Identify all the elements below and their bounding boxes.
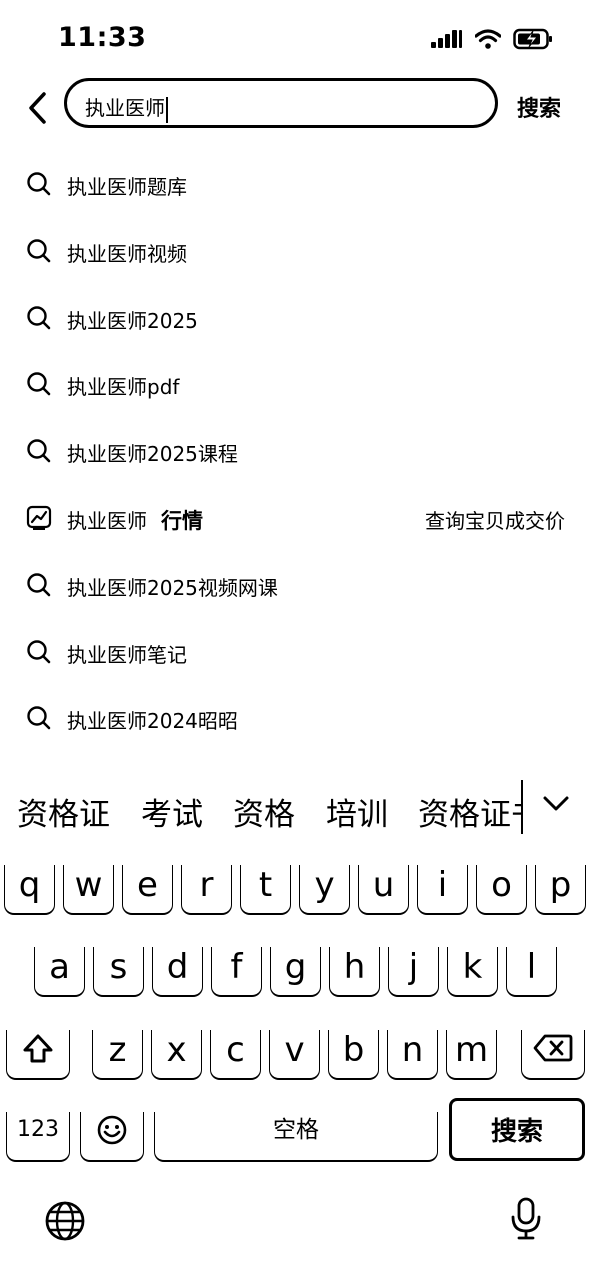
candidate-word[interactable]: 资格证书: [418, 789, 521, 835]
candidate-word[interactable]: 培训: [326, 789, 388, 835]
suggestion-text: 执业医师笔记: [67, 643, 187, 667]
keyboard-search-key[interactable]: 搜索: [449, 1098, 585, 1161]
suggestion-text: 执业医师视频: [67, 242, 187, 266]
suggestion-item[interactable]: 执业医师2025视频网课: [0, 564, 591, 604]
suggestion-item[interactable]: 执业医师 行情 查询宝贝成交价: [0, 497, 591, 537]
key-letter[interactable]: w: [63, 865, 114, 915]
microphone-icon[interactable]: [509, 1197, 543, 1241]
suggestion-text: 执业医师题库: [67, 175, 187, 199]
key-letter[interactable]: y: [299, 865, 350, 915]
numbers-key[interactable]: 123: [6, 1112, 70, 1162]
suggestion-item[interactable]: 执业医师题库: [0, 163, 591, 203]
wifi-icon: [475, 29, 501, 49]
battery-charging-icon: [513, 28, 552, 50]
key-letter[interactable]: q: [4, 865, 55, 915]
key-letter[interactable]: o: [476, 865, 527, 915]
search-button[interactable]: 搜索: [517, 91, 561, 123]
globe-icon[interactable]: [44, 1200, 86, 1242]
key-letter[interactable]: n: [387, 1030, 438, 1080]
suggestion-text: 执业医师2024昭昭: [67, 709, 238, 733]
shift-key[interactable]: [6, 1030, 70, 1080]
key-letter[interactable]: g: [270, 947, 321, 997]
key-letter[interactable]: u: [358, 865, 409, 915]
key-letter[interactable]: c: [210, 1030, 261, 1080]
search-icon: [26, 438, 52, 464]
emoji-key[interactable]: [80, 1112, 144, 1162]
key-letter[interactable]: k: [447, 947, 498, 997]
text-caret: [166, 96, 168, 123]
search-icon: [26, 705, 52, 731]
candidate-word[interactable]: 考试: [141, 789, 203, 835]
key-letter[interactable]: f: [211, 947, 262, 997]
candidate-word[interactable]: 资格证: [17, 789, 110, 835]
search-icon: [26, 305, 52, 331]
chevron-down-icon[interactable]: [540, 792, 572, 816]
key-letter[interactable]: d: [152, 947, 203, 997]
key-letter[interactable]: j: [388, 947, 439, 997]
key-letter[interactable]: i: [417, 865, 468, 915]
status-icons: [431, 26, 553, 52]
suggestion-text: 执业医师: [67, 509, 147, 533]
search-input[interactable]: 执业医师: [64, 78, 498, 128]
key-letter[interactable]: t: [240, 865, 291, 915]
key-letter[interactable]: e: [122, 865, 173, 915]
suggestion-text: 执业医师2025课程: [67, 442, 238, 466]
key-letter[interactable]: v: [269, 1030, 320, 1080]
search-icon: [26, 572, 52, 598]
emoji-icon: [97, 1115, 127, 1145]
suggestion-item[interactable]: 执业医师笔记: [0, 631, 591, 671]
suggestion-tag: 行情: [161, 509, 203, 533]
key-letter[interactable]: r: [181, 865, 232, 915]
suggestion-item[interactable]: 执业医师视频: [0, 230, 591, 270]
key-letter[interactable]: x: [151, 1030, 202, 1080]
back-arrow-icon[interactable]: [22, 88, 54, 128]
suggestion-text: 执业医师2025: [67, 309, 198, 333]
suggestion-item[interactable]: 执业医师2024昭昭: [0, 697, 591, 737]
key-letter[interactable]: l: [506, 947, 557, 997]
status-time: 11:33: [58, 22, 147, 53]
backspace-icon: [533, 1034, 573, 1062]
suggestion-item[interactable]: 执业医师2025: [0, 297, 591, 337]
suggestion-text: 执业医师pdf: [67, 375, 180, 399]
space-key[interactable]: 空格: [154, 1112, 438, 1162]
suggestion-item[interactable]: 执业医师pdf: [0, 363, 591, 403]
key-letter[interactable]: m: [446, 1030, 497, 1080]
key-letter[interactable]: b: [328, 1030, 379, 1080]
candidate-word[interactable]: 资格: [233, 789, 295, 835]
key-letter[interactable]: a: [34, 947, 85, 997]
suggestion-action-link[interactable]: 查询宝贝成交价: [425, 505, 565, 534]
key-letter[interactable]: z: [92, 1030, 143, 1080]
market-trend-icon: [26, 505, 52, 531]
search-icon: [26, 171, 52, 197]
key-letter[interactable]: s: [93, 947, 144, 997]
candidate-divider: [521, 780, 523, 834]
search-icon: [26, 238, 52, 264]
search-query: 执业医师: [85, 96, 165, 120]
backspace-key[interactable]: [521, 1030, 585, 1080]
key-letter[interactable]: h: [329, 947, 380, 997]
signal-icon: [431, 30, 462, 48]
search-icon: [26, 371, 52, 397]
key-letter[interactable]: p: [535, 865, 586, 915]
suggestion-item[interactable]: 执业医师2025课程: [0, 430, 591, 470]
shift-icon: [23, 1034, 53, 1063]
suggestion-text: 执业医师2025视频网课: [67, 576, 278, 600]
search-icon: [26, 639, 52, 665]
